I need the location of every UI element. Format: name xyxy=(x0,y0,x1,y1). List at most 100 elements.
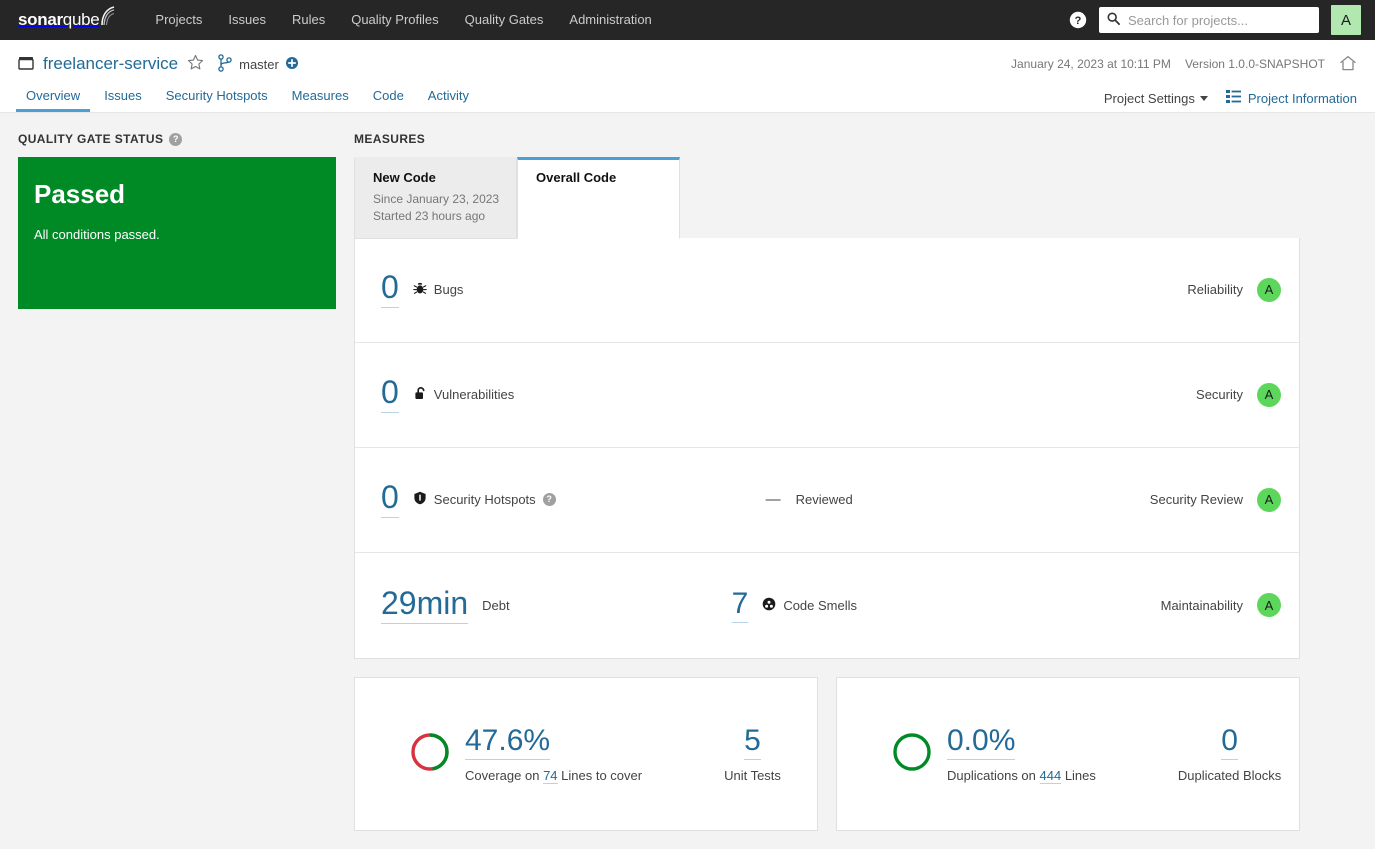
avatar-initial: A xyxy=(1340,11,1351,29)
security-review-rating-wrap: Security Review A xyxy=(1149,487,1281,512)
reviewed-label: Reviewed xyxy=(795,492,853,508)
global-nav-right: ? A xyxy=(1069,5,1361,35)
global-nav-links: Projects Issues Rules Quality Profiles Q… xyxy=(142,0,664,40)
plus-circle-icon[interactable] xyxy=(285,56,298,72)
security-hotspots-label-wrap: Security Hotspots ? xyxy=(413,491,556,508)
maintainability-rating-badge[interactable]: A xyxy=(1257,593,1281,618)
measures-title-text: MEASURES xyxy=(354,132,426,146)
project-settings-dropdown[interactable]: Project Settings xyxy=(1104,91,1208,106)
debt-group: 29min Debt xyxy=(381,586,510,624)
tab-security-hotspots[interactable]: Security Hotspots xyxy=(156,89,278,112)
measure-row-maintainability: 29min Debt 7 Code Smells Maintainability… xyxy=(355,553,1299,658)
tab-new-code-since: Since January 23, 2023 xyxy=(373,192,500,206)
reliability-rating-badge[interactable]: A xyxy=(1257,277,1281,302)
nav-link-administration[interactable]: Administration xyxy=(556,0,664,40)
nav-link-rules[interactable]: Rules xyxy=(279,0,338,40)
debt-label-wrap: Debt xyxy=(482,598,509,613)
unit-tests-value[interactable]: 5 xyxy=(744,724,761,761)
vulnerabilities-group: 0 Vulnerabilities xyxy=(381,376,515,414)
reviewed-value: — xyxy=(765,491,781,509)
project-settings-label: Project Settings xyxy=(1103,90,1195,106)
security-label: Security xyxy=(1196,387,1243,403)
measures-section-title: MEASURES xyxy=(354,131,1300,147)
nav-link-quality-profiles[interactable]: Quality Profiles xyxy=(338,0,451,40)
branch-icon xyxy=(218,53,232,75)
duplications-caption: Duplications on 444 Lines xyxy=(947,768,1096,785)
overview-page: QUALITY GATE STATUS ? Passed All conditi… xyxy=(0,113,1375,849)
unit-tests-label: Unit Tests xyxy=(724,768,781,784)
coverage-card: 47.6% Coverage on 74 Lines to cover 5 Un… xyxy=(354,676,818,831)
logo-text-light: qube xyxy=(62,10,100,29)
coverage-caption: Coverage on 74 Lines to cover xyxy=(465,768,643,785)
nav-link-issues[interactable]: Issues xyxy=(215,0,279,40)
tab-activity[interactable]: Activity xyxy=(418,89,479,112)
project-tab-actions: Project Settings Project Information xyxy=(1104,90,1357,112)
vulnerabilities-value[interactable]: 0 xyxy=(381,376,399,414)
svg-text:?: ? xyxy=(1075,15,1082,27)
quality-gate-title-text: QUALITY GATE STATUS xyxy=(18,132,164,146)
search-input[interactable] xyxy=(1126,11,1311,29)
code-smells-group: 7 Code Smells xyxy=(731,588,858,623)
code-smells-value[interactable]: 7 xyxy=(731,588,749,623)
security-hotspots-group: 0 Security Hotspots ? xyxy=(381,481,556,519)
nav-link-projects[interactable]: Projects xyxy=(142,0,215,40)
code-smells-label: Code Smells xyxy=(783,597,858,613)
shield-icon xyxy=(413,491,427,508)
duplications-metric: 0.0% Duplications on 444 Lines xyxy=(947,724,1096,785)
user-avatar[interactable]: A xyxy=(1331,5,1361,35)
bugs-value[interactable]: 0 xyxy=(381,271,399,309)
duplicated-lines-link[interactable]: 444 xyxy=(1039,768,1062,785)
lines-to-cover-link[interactable]: 74 xyxy=(543,768,558,785)
help-circle-icon[interactable]: ? xyxy=(1069,11,1087,29)
sonarqube-logo[interactable]: sonarqube xyxy=(18,6,116,29)
tab-new-code[interactable]: New Code Since January 23, 2023 Started … xyxy=(354,157,517,239)
measures-tab-bar: New Code Since January 23, 2023 Started … xyxy=(354,157,1300,239)
coverage-value[interactable]: 47.6% xyxy=(465,724,551,761)
measure-row-vulnerabilities: 0 Vulnerabilities Security A xyxy=(355,343,1299,448)
project-name[interactable]: freelancer-service xyxy=(43,54,178,74)
tab-new-code-title: New Code xyxy=(373,170,436,185)
duplicated-blocks-label: Duplicated Blocks xyxy=(1177,768,1282,784)
coverage-caption-prefix: Coverage on xyxy=(465,768,544,784)
duplicated-blocks-value[interactable]: 0 xyxy=(1221,724,1238,761)
tab-overall-code-title: Overall Code xyxy=(536,170,617,185)
measures-panel: 0 Bugs Reliability A 0 Vulnerabilities S… xyxy=(354,237,1300,659)
global-navbar: sonarqube Projects Issues Rules Quality … xyxy=(0,0,1375,40)
tab-overview[interactable]: Overview xyxy=(16,89,91,112)
tab-code[interactable]: Code xyxy=(363,89,414,112)
coverage-donut-icon xyxy=(409,731,451,776)
vulnerabilities-label: Vulnerabilities xyxy=(433,387,515,403)
project-meta: January 24, 2023 at 10:11 PM Version 1.0… xyxy=(1011,54,1357,75)
duplications-caption-suffix: Lines xyxy=(1061,768,1096,784)
security-hotspots-value[interactable]: 0 xyxy=(381,481,399,519)
chevron-down-icon xyxy=(1199,95,1208,101)
duplications-value[interactable]: 0.0% xyxy=(947,724,1016,761)
security-review-rating-badge[interactable]: A xyxy=(1257,487,1281,512)
debt-value[interactable]: 29min xyxy=(381,586,469,624)
reliability-label: Reliability xyxy=(1187,282,1243,298)
branch-selector[interactable]: master xyxy=(218,53,298,75)
bugs-label: Bugs xyxy=(433,282,464,298)
tab-measures[interactable]: Measures xyxy=(282,89,359,112)
star-outline-icon[interactable] xyxy=(187,54,204,74)
unit-tests-metric: 5 Unit Tests xyxy=(724,724,781,783)
search-box[interactable] xyxy=(1099,7,1319,33)
debt-label: Debt xyxy=(482,597,510,613)
project-information-button[interactable]: Project Information xyxy=(1225,90,1357,106)
tab-overall-code[interactable]: Overall Code xyxy=(517,157,680,239)
security-review-label: Security Review xyxy=(1149,492,1243,508)
project-information-label: Project Information xyxy=(1247,90,1357,106)
quality-gate-description: All conditions passed. xyxy=(34,227,160,242)
home-icon[interactable] xyxy=(1339,54,1357,75)
quality-gate-status: Passed xyxy=(34,179,126,209)
coverage-caption-suffix: Lines to cover xyxy=(557,768,643,784)
help-circle-icon[interactable]: ? xyxy=(542,493,556,507)
duplications-card: 0.0% Duplications on 444 Lines 0 Duplica… xyxy=(836,676,1300,831)
quality-gate-column: QUALITY GATE STATUS ? Passed All conditi… xyxy=(18,131,336,831)
measure-row-security-hotspots: 0 Security Hotspots ? — Reviewed Securit… xyxy=(355,448,1299,553)
nav-link-quality-gates[interactable]: Quality Gates xyxy=(452,0,557,40)
reviewed-group: — Reviewed xyxy=(766,491,853,508)
tab-issues[interactable]: Issues xyxy=(94,89,152,112)
help-circle-icon[interactable]: ? xyxy=(169,132,183,146)
security-rating-badge[interactable]: A xyxy=(1257,382,1281,407)
